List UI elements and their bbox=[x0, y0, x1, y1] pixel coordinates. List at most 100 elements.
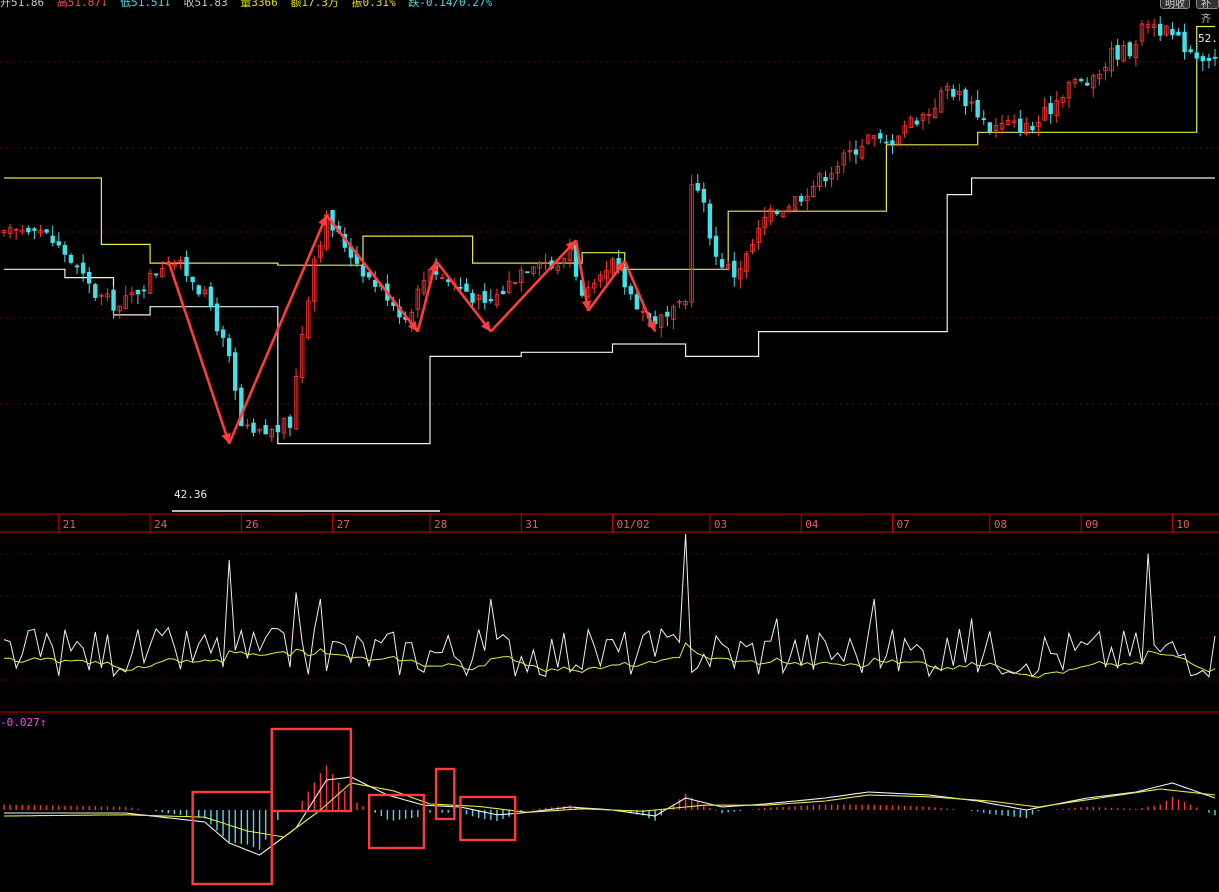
candle-down bbox=[1200, 56, 1206, 62]
date-tick-label: 03 bbox=[714, 518, 727, 531]
date-tick-label: 07 bbox=[896, 518, 909, 531]
candle-down bbox=[135, 290, 141, 295]
macd-dea-line bbox=[3, 782, 1216, 838]
candle-down bbox=[1158, 23, 1163, 36]
candle-down bbox=[981, 118, 986, 121]
candle-down bbox=[32, 228, 37, 231]
low-value: 低51.51↓ bbox=[120, 0, 171, 9]
annotation-arrow bbox=[489, 239, 577, 333]
candle-down bbox=[975, 99, 980, 118]
candle-down bbox=[56, 241, 61, 246]
candle-down bbox=[68, 254, 74, 263]
date-tick-label: 21 bbox=[63, 518, 76, 531]
candle-down bbox=[798, 196, 804, 202]
amplitude-value: 振0.31% bbox=[351, 0, 396, 9]
candle-down bbox=[525, 271, 530, 274]
stock-chart: 21 24 26 27 28 31 01/02 03 04 07 08 09 10 bbox=[0, 16, 1219, 886]
candle-down bbox=[951, 88, 956, 97]
candle-down bbox=[634, 294, 640, 310]
candle-down bbox=[275, 424, 281, 433]
date-tick-label: 09 bbox=[1085, 518, 1098, 531]
annotation-arrow bbox=[623, 260, 657, 333]
candle-down bbox=[214, 303, 220, 332]
panel-dividers bbox=[0, 513, 1219, 713]
candle-down bbox=[890, 140, 895, 145]
close-button[interactable]: 明收 bbox=[1160, 0, 1190, 10]
candle-down bbox=[488, 298, 494, 302]
candle-down bbox=[1127, 42, 1133, 57]
candle-down bbox=[1194, 52, 1199, 59]
candle-down bbox=[500, 290, 506, 295]
candle-down bbox=[823, 176, 828, 182]
candle-down bbox=[111, 289, 116, 311]
highlight-box bbox=[434, 767, 456, 821]
candlesticks bbox=[1, 16, 1218, 442]
fill-button[interactable]: 补齐 bbox=[1196, 0, 1219, 25]
candle-down bbox=[884, 141, 889, 144]
high-price-label: 52. bbox=[1198, 32, 1218, 45]
candle-down bbox=[482, 291, 487, 303]
candle-down bbox=[208, 286, 214, 308]
grid-lines bbox=[0, 61, 1219, 681]
candle-down bbox=[1085, 82, 1090, 86]
candle-down bbox=[1018, 118, 1023, 134]
ohlc-header: 开51.86 高51.87↓ 低51.51↓ 收51.83 量3366 额17.… bbox=[0, 0, 498, 10]
candle-down bbox=[373, 279, 378, 287]
candle-down bbox=[44, 229, 49, 233]
date-tick-label: 26 bbox=[245, 518, 258, 531]
candle-down bbox=[220, 329, 226, 338]
candle-down bbox=[80, 262, 86, 274]
candle-down bbox=[713, 235, 719, 257]
candle-down bbox=[1212, 56, 1218, 59]
candle-down bbox=[226, 338, 232, 357]
date-tick-label: 04 bbox=[805, 518, 819, 531]
candle-down bbox=[141, 289, 147, 292]
macd-panel bbox=[3, 765, 1216, 856]
highlight-boxes bbox=[191, 727, 517, 886]
highlight-box bbox=[459, 795, 517, 842]
date-tick-label: 10 bbox=[1176, 518, 1189, 531]
date-tick-label: 01/02 bbox=[617, 518, 650, 531]
date-tick-label: 24 bbox=[154, 518, 168, 531]
candle-down bbox=[1048, 103, 1053, 115]
volume-indicator bbox=[3, 533, 1216, 678]
macd-value-label: -0.027↑ bbox=[0, 716, 47, 729]
volume-line bbox=[3, 533, 1216, 678]
candle-down bbox=[719, 259, 725, 268]
date-tick-label: 31 bbox=[525, 518, 538, 531]
date-tick-label: 08 bbox=[994, 518, 1007, 531]
candle-down bbox=[1170, 29, 1175, 36]
candle-down bbox=[74, 265, 80, 268]
candle-down bbox=[93, 284, 98, 298]
candle-down bbox=[1176, 31, 1181, 36]
candle-down bbox=[665, 311, 670, 317]
candle-down bbox=[987, 122, 993, 133]
candle-down bbox=[622, 267, 627, 288]
candle-down bbox=[360, 265, 366, 277]
candle-down bbox=[1115, 45, 1120, 60]
candle-down bbox=[86, 271, 92, 284]
candle-down bbox=[707, 203, 713, 239]
candle-down bbox=[287, 416, 293, 428]
date-tick-label: 27 bbox=[337, 518, 350, 531]
volume-average-line bbox=[3, 642, 1216, 678]
macd-dif-line bbox=[4, 776, 1216, 856]
low-price-label: 42.36 bbox=[174, 488, 208, 501]
annotation-arrow bbox=[325, 214, 419, 333]
annotation-arrow bbox=[416, 260, 438, 332]
close-value: 收51.83 bbox=[183, 0, 228, 9]
candle-down bbox=[1078, 79, 1084, 82]
change-value: 跌-0.14/0.27% bbox=[408, 0, 493, 9]
candle-down bbox=[878, 133, 883, 139]
candle-down bbox=[914, 120, 920, 125]
candle-down bbox=[701, 188, 707, 203]
candle-down bbox=[251, 422, 256, 433]
date-tick-label: 28 bbox=[434, 518, 447, 531]
candle-down bbox=[1188, 49, 1193, 53]
candle-down bbox=[263, 425, 268, 435]
candle-down bbox=[774, 211, 780, 215]
candle-down bbox=[695, 183, 700, 191]
candle-down bbox=[470, 293, 475, 303]
candle-down bbox=[190, 276, 195, 283]
candle-down bbox=[26, 227, 31, 233]
